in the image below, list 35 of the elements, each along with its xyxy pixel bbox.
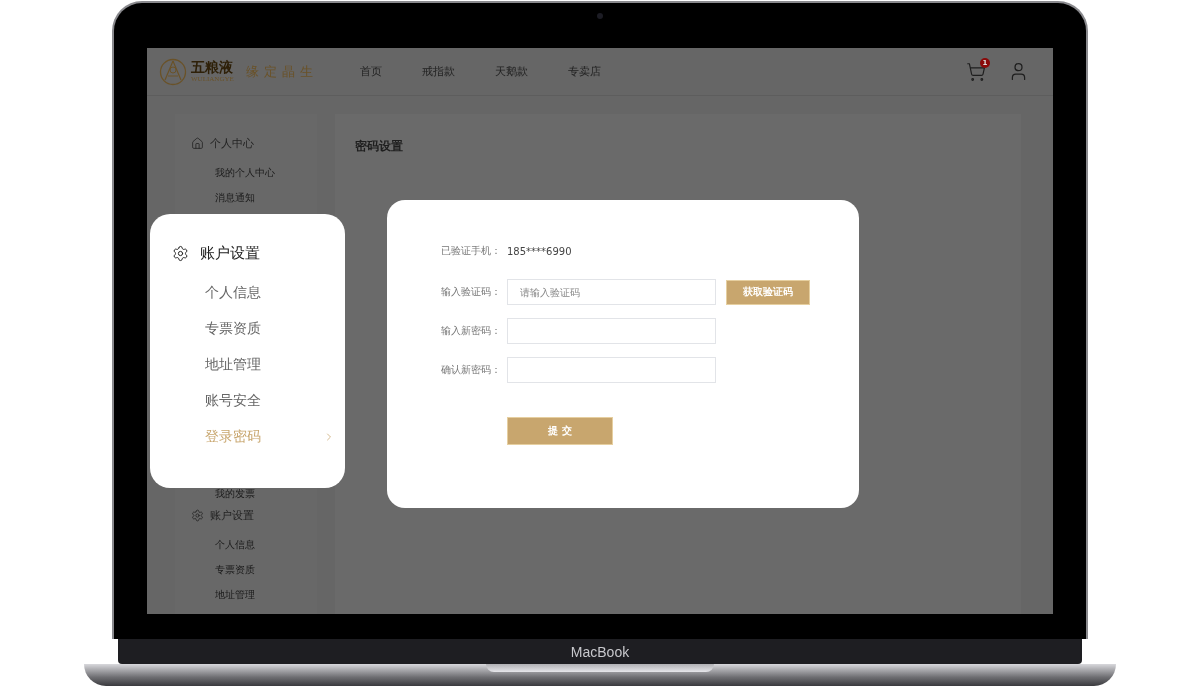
phone-number: 185****6990	[507, 245, 572, 257]
field-label: 输入验证码：	[441, 285, 502, 299]
sidebar-heading: 个人中心	[210, 135, 254, 151]
menu-item[interactable]: 登录密码	[172, 419, 345, 455]
sidebar-item[interactable]: 我的个人中心	[191, 160, 317, 185]
slogan: 缘定晶生	[245, 62, 318, 81]
nav-link[interactable]: 专卖店	[567, 64, 601, 79]
settings-icon	[172, 245, 189, 262]
sidebar-item[interactable]: 个人信息	[191, 532, 317, 557]
page-title: 密码设置	[355, 138, 404, 155]
field-label: 已验证手机：	[441, 244, 502, 258]
logo-icon	[159, 57, 187, 86]
get-code-button[interactable]: 获取验证码	[726, 279, 810, 305]
sidebar-item[interactable]: 专票资质	[191, 557, 317, 582]
nav-link[interactable]: 首页	[359, 64, 382, 79]
sidebar-item[interactable]: 消息通知	[191, 185, 317, 210]
settings-icon	[191, 508, 204, 522]
field-label: 确认新密码：	[441, 363, 502, 377]
logo-text: 五粮液	[191, 59, 234, 75]
input-field[interactable]	[507, 318, 716, 344]
home-icon	[191, 136, 204, 150]
nav-link[interactable]: 天鹅款	[494, 64, 528, 79]
menu-item[interactable]: 个人信息	[172, 275, 345, 311]
sidebar-heading: 账户设置	[210, 507, 254, 523]
input-field[interactable]: 请输入验证码	[507, 279, 716, 305]
menu-item[interactable]: 专票资质	[172, 311, 345, 347]
input-field[interactable]	[507, 357, 716, 383]
brand-label: MacBook	[570, 643, 630, 660]
camera-icon	[597, 13, 603, 19]
menu-heading: 账户设置	[200, 244, 260, 263]
nav-link[interactable]: 戒指款	[421, 64, 455, 79]
submit-button[interactable]: 提 交	[507, 417, 613, 445]
menu-item[interactable]: 账号安全	[172, 383, 345, 419]
field-label: 输入新密码：	[441, 324, 502, 338]
menu-item[interactable]: 地址管理	[172, 347, 345, 383]
